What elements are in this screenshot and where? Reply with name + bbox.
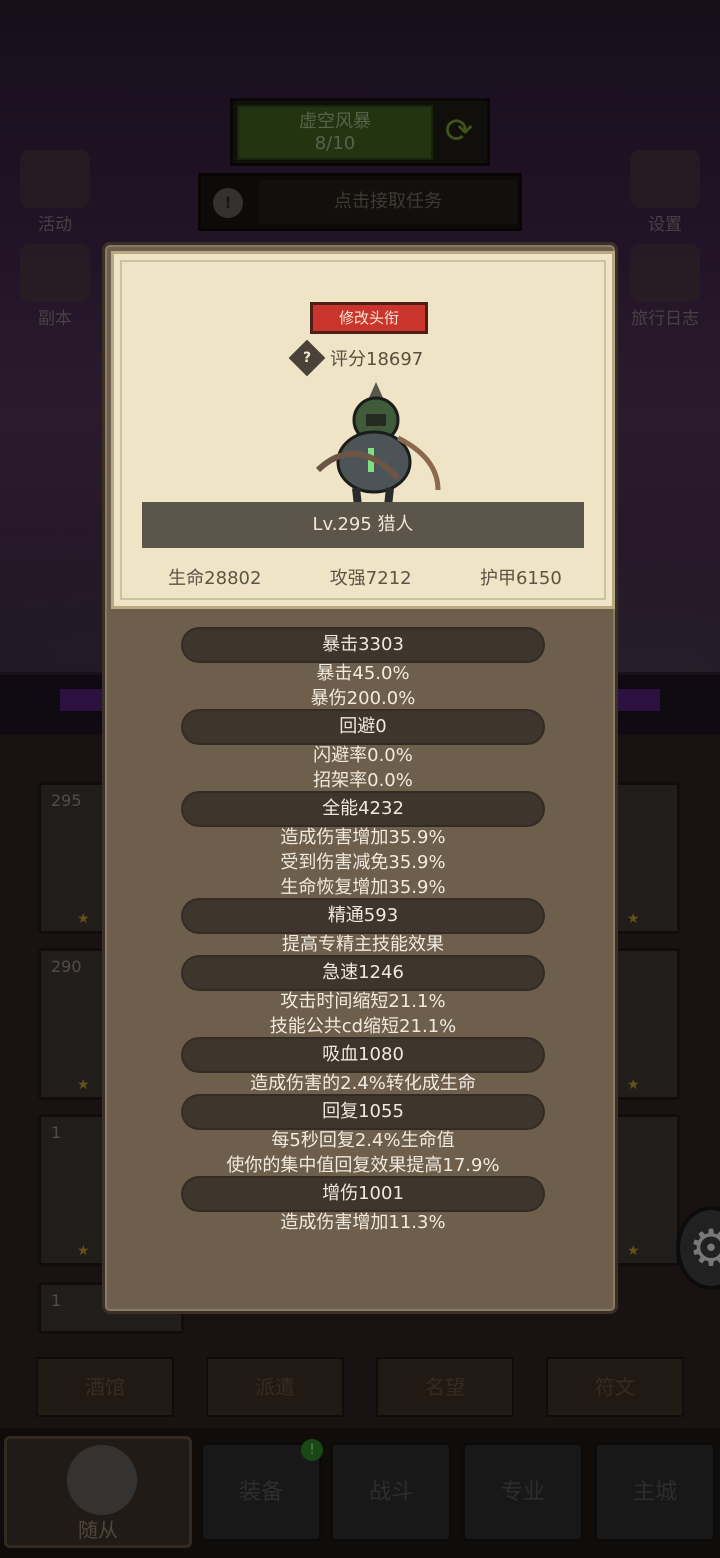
- stat-detail: 每5秒回复2.4%生命值: [271, 1130, 455, 1151]
- stat-detail: 造成伤害增加35.9%: [280, 827, 446, 848]
- stat-detail: 暴击45.0%: [316, 663, 410, 684]
- stat-block-regen: 回复1055 每5秒回复2.4%生命值 使你的集中值回复效果提高17.9%: [105, 1096, 621, 1178]
- hero-stats-modal: 修改头衔 ? 评分18697 Lv.295 猎人 生命28802 攻强7212 …: [102, 242, 618, 1314]
- rename-title-button[interactable]: 修改头衔: [310, 302, 428, 334]
- score-value: 评分18697: [330, 349, 424, 370]
- stat-detail: 造成伤害增加11.3%: [280, 1212, 446, 1233]
- stat-header: 吸血1080: [183, 1039, 543, 1071]
- stat-header: 回复1055: [183, 1096, 543, 1128]
- stat-detail: 攻击时间缩短21.1%: [280, 991, 446, 1012]
- stat-block-crit: 暴击3303 暴击45.0% 暴伤200.0%: [105, 629, 621, 711]
- stat-detail: 生命恢复增加35.9%: [280, 877, 446, 898]
- stat-header: 全能4232: [183, 793, 543, 825]
- base-stats: 生命28802 攻强7212 护甲6150: [134, 564, 596, 596]
- stat-block-avoidance: 回避0 闪避率0.0% 招架率0.0%: [105, 711, 621, 793]
- hero-title: Lv.295 猎人: [142, 502, 584, 548]
- stat-header: 暴击3303: [183, 629, 543, 661]
- hp-value: 生命28802: [168, 568, 262, 589]
- stat-block-versatility: 全能4232 造成伤害增加35.9% 受到伤害减免35.9% 生命恢复增加35.…: [105, 793, 621, 900]
- stat-detail: 提高专精主技能效果: [282, 934, 444, 955]
- stat-list: 暴击3303 暴击45.0% 暴伤200.0% 回避0 闪避率0.0% 招架率0…: [105, 629, 621, 1235]
- stat-detail: 受到伤害减免35.9%: [280, 852, 446, 873]
- score-row: ? 评分18697: [288, 339, 454, 377]
- stat-detail: 技能公共cd缩短21.1%: [269, 1016, 457, 1037]
- stat-detail: 暴伤200.0%: [310, 688, 416, 709]
- stat-block-damage-bonus: 增伤1001 造成伤害增加11.3%: [105, 1178, 621, 1235]
- stat-detail: 招架率0.0%: [313, 770, 413, 791]
- stat-block-mastery: 精通593 提高专精主技能效果: [105, 900, 621, 957]
- stat-block-haste: 急速1246 攻击时间缩短21.1% 技能公共cd缩短21.1%: [105, 957, 621, 1039]
- attack-value: 攻强7212: [329, 568, 412, 589]
- stat-block-leech: 吸血1080 造成伤害的2.4%转化成生命: [105, 1039, 621, 1096]
- stat-detail: 造成伤害的2.4%转化成生命: [250, 1073, 476, 1094]
- armor-value: 护甲6150: [479, 568, 562, 589]
- stat-detail: 闪避率0.0%: [313, 745, 413, 766]
- help-icon[interactable]: ?: [288, 339, 326, 377]
- stat-detail: 使你的集中值回复效果提高17.9%: [226, 1155, 500, 1176]
- stat-header: 增伤1001: [183, 1178, 543, 1210]
- hunter-portrait: [315, 382, 441, 507]
- help-glyph: ?: [302, 350, 312, 366]
- stat-header: 回避0: [183, 711, 543, 743]
- stat-header: 急速1246: [183, 957, 543, 989]
- stat-header: 精通593: [183, 900, 543, 932]
- hero-summary-card: 修改头衔 ? 评分18697 Lv.295 猎人 生命28802 攻强7212 …: [111, 251, 615, 609]
